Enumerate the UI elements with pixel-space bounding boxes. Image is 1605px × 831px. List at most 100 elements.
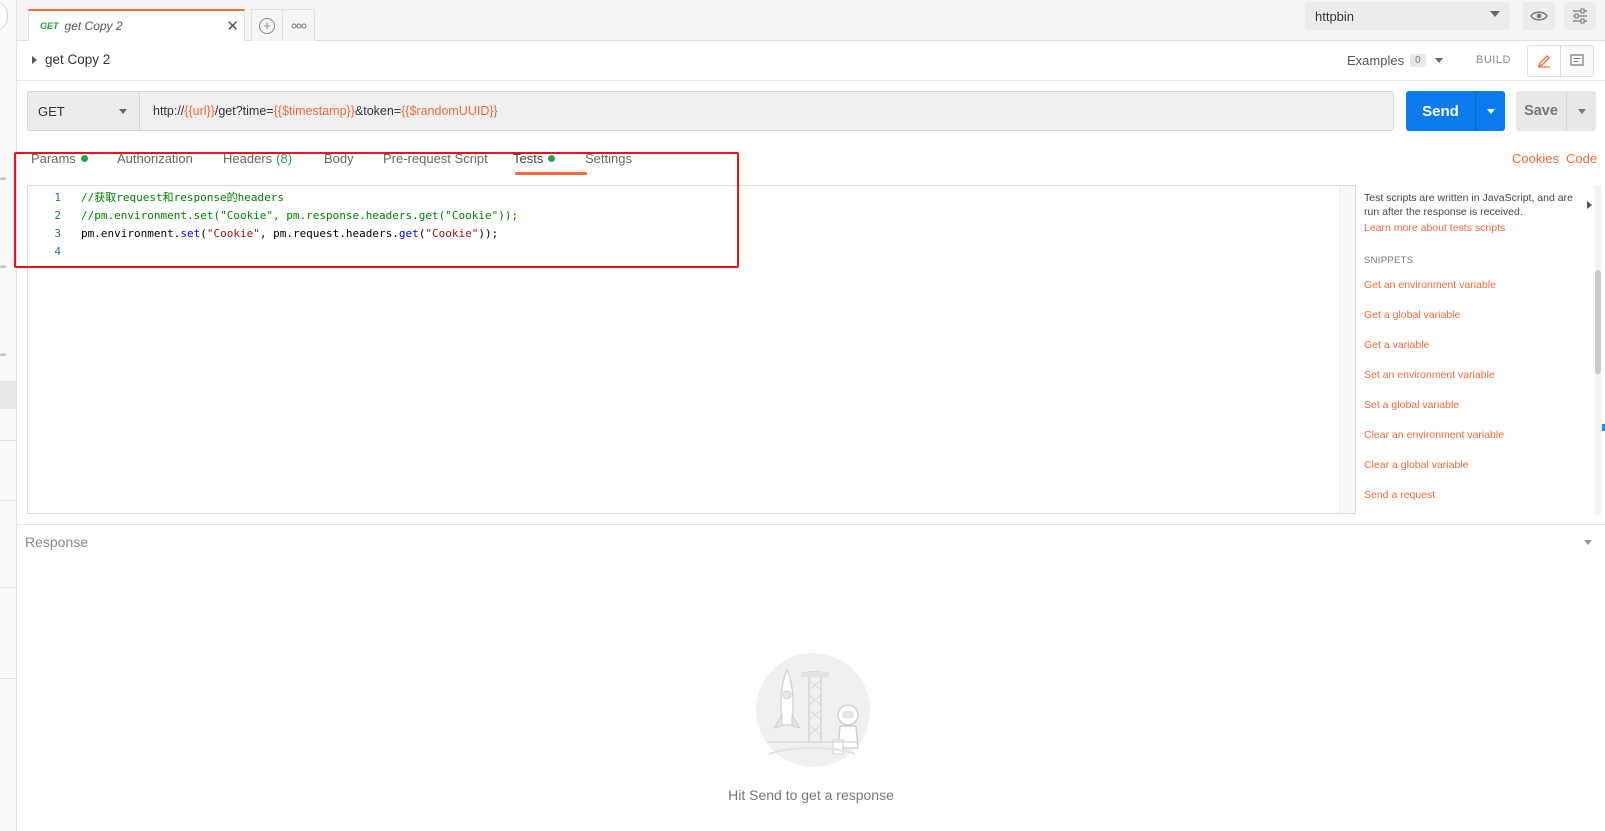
rocket-astronaut-illustration — [756, 653, 870, 767]
send-options-button[interactable] — [1475, 91, 1505, 131]
url-input[interactable]: http://{{url}}/get?time= {{$timestamp}} &t… — [139, 91, 1394, 131]
chevron-down-icon — [1434, 58, 1443, 63]
code-token: set — [180, 226, 201, 240]
environment-quick-look-button[interactable] — [1523, 2, 1555, 30]
collapse-panel-icon[interactable] — [1587, 201, 1592, 209]
tab-label: Pre-request Script — [383, 151, 488, 166]
code-line: 2 //pm.environment.set("Cookie", pm.resp… — [28, 206, 1328, 224]
code-link[interactable]: Code — [1566, 151, 1597, 166]
examples-count: 0 — [1410, 54, 1426, 67]
code-line: 3 pm.environment.set("Cookie", pm.reques… — [28, 224, 1328, 242]
cookies-link[interactable]: Cookies — [1512, 151, 1559, 166]
code-token: "Cookie" — [206, 226, 260, 240]
build-mode-label: BUILD — [1476, 54, 1511, 66]
manage-environments-button[interactable] — [1564, 2, 1596, 30]
tab-label: Tests — [513, 151, 544, 166]
request-name[interactable]: get Copy 2 — [45, 52, 110, 67]
tab-settings[interactable]: Settings — [585, 151, 632, 166]
code-text: pm.environment.set("Cookie", pm.request.… — [81, 227, 498, 240]
examples-label: Examples — [1347, 53, 1405, 68]
request-tab[interactable]: GET get Copy 2 ✕ — [28, 9, 245, 41]
method-selected: GET — [38, 103, 65, 119]
new-tab-button[interactable]: + — [251, 9, 283, 41]
tab-label: Headers — [223, 151, 273, 166]
code-token: get — [398, 226, 419, 240]
snippets-scrollbar[interactable] — [1595, 270, 1601, 374]
url-variable: {{$randomUUID}} — [401, 104, 498, 118]
editor-scrollbar[interactable] — [1339, 186, 1355, 513]
headers-count: (8) — [276, 151, 293, 166]
postman-app: °° °° °° GET get Copy 2 ✕ + httpbin get … — [0, 0, 1605, 831]
tab-label: Body — [324, 151, 354, 166]
method-select[interactable]: GET — [27, 91, 140, 131]
line-number: 3 — [54, 226, 61, 240]
snippet-item[interactable]: Send a request — [1364, 489, 1435, 501]
tab-pre-request-script[interactable]: Pre-request Script — [383, 151, 488, 166]
snippet-item[interactable]: Clear an environment variable — [1364, 429, 1504, 441]
response-title: Response — [25, 534, 89, 550]
code-token: "Cookie" — [425, 226, 479, 240]
snippet-item[interactable]: Get an environment variable — [1364, 279, 1496, 291]
tab-headers[interactable]: Headers (8) — [223, 151, 292, 166]
chevron-down-icon — [1577, 108, 1586, 114]
line-number: 4 — [54, 244, 61, 258]
tab-title: get Copy 2 — [64, 19, 123, 33]
examples-dropdown[interactable]: Examples 0 — [1347, 53, 1443, 68]
save-options-button[interactable] — [1566, 91, 1596, 131]
sidebar-more-icon[interactable]: °° — [0, 176, 6, 186]
tests-code-editor[interactable]: 1 //获取request和response的headers 2 //pm.en… — [27, 185, 1356, 514]
snippet-item[interactable]: Get a variable — [1364, 339, 1429, 351]
tab-authorization[interactable]: Authorization — [117, 151, 193, 166]
sidebar-divider — [0, 500, 16, 501]
snippet-item[interactable]: Clear a global variable — [1364, 459, 1468, 471]
sidebar-toggle[interactable] — [0, 2, 8, 30]
code-text: //pm.environment.set("Cookie", pm.respon… — [81, 208, 519, 222]
code-text: //获取request和response的headers — [81, 191, 284, 204]
edit-mode-button[interactable] — [1527, 45, 1561, 77]
sidebar-selected-item[interactable] — [0, 381, 16, 409]
caret-right-icon[interactable] — [32, 56, 37, 64]
response-pane: Response Hit Send to get a response — [17, 524, 1605, 831]
tab-options-button[interactable] — [282, 9, 315, 41]
environment-selected: httpbin — [1315, 8, 1355, 24]
request-tab-bar: GET get Copy 2 ✕ + httpbin — [17, 0, 1605, 41]
sidebar-more-icon[interactable]: °° — [0, 264, 6, 274]
tab-label: Authorization — [117, 151, 193, 166]
tab-label: Settings — [585, 151, 632, 166]
sidebar-divider — [0, 678, 16, 679]
snippets-heading: SNIPPETS — [1364, 255, 1414, 266]
sidebar-divider — [0, 440, 16, 441]
snippets-panel: Test scripts are written in JavaScript, … — [1364, 185, 1592, 514]
code-line: 4 — [28, 242, 1328, 260]
learn-more-link[interactable]: Learn more about tests scripts — [1364, 222, 1505, 234]
tab-params[interactable]: Params — [31, 151, 88, 166]
snippet-item[interactable]: Set a global variable — [1364, 399, 1459, 411]
sliders-icon — [1573, 8, 1587, 24]
line-number: 1 — [54, 190, 61, 204]
snippet-item[interactable]: Get a global variable — [1364, 309, 1460, 321]
code-token: , pm.request.headers. — [259, 226, 399, 240]
code-token: pm.environment. — [81, 226, 181, 240]
code-token: ( — [200, 226, 207, 240]
chevron-down-icon[interactable] — [1584, 540, 1592, 545]
pencil-icon — [1537, 55, 1550, 68]
save-button[interactable]: Save — [1516, 91, 1566, 131]
documentation-mode-button[interactable] — [1560, 45, 1594, 77]
snippet-item[interactable]: Set an environment variable — [1364, 369, 1495, 381]
code-line: 1 //获取request和response的headers — [28, 188, 1328, 206]
sidebar-more-icon[interactable]: °° — [0, 352, 6, 362]
eye-icon — [1530, 11, 1548, 21]
tab-tests[interactable]: Tests — [513, 151, 556, 166]
tab-method-badge: GET — [40, 21, 59, 31]
environment-select[interactable]: httpbin — [1305, 2, 1510, 30]
comment-icon — [1570, 54, 1584, 66]
url-text: /get?time= — [214, 104, 274, 118]
close-icon[interactable]: ✕ — [226, 17, 239, 35]
response-empty-hint: Hit Send to get a response — [728, 787, 894, 803]
url-variable: {{$timestamp}} — [273, 104, 355, 118]
tab-body[interactable]: Body — [324, 151, 354, 166]
url-text: http:// — [153, 104, 185, 118]
send-button[interactable]: Send — [1406, 91, 1475, 131]
active-tab-indicator — [515, 172, 587, 175]
chevron-down-icon — [1486, 108, 1495, 114]
